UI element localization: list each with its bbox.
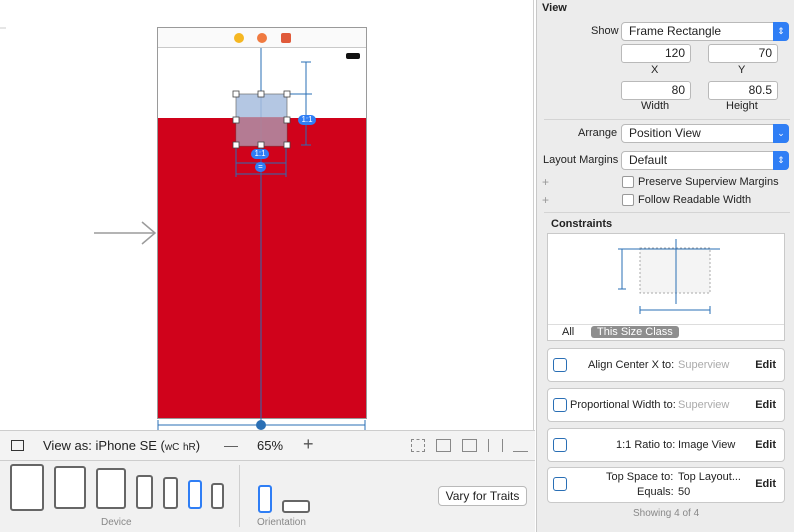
proportional-width-icon [553, 398, 567, 412]
update-frames-icon[interactable] [411, 439, 425, 452]
device-divider [239, 465, 240, 527]
edit-button[interactable]: Edit [755, 359, 776, 371]
chevron-updown-icon: ⇕ [773, 151, 789, 170]
follow-readable-label: Follow Readable Width [638, 194, 752, 206]
constraints-title: Constraints [551, 218, 613, 230]
vary-for-traits-button[interactable]: Vary for Traits [438, 486, 527, 506]
edit-button[interactable]: Edit [755, 478, 776, 490]
constraints-diagram[interactable]: All This Size Class [547, 233, 785, 341]
separator [544, 212, 790, 213]
layout-margins-value: Default [629, 153, 668, 167]
equal-width-badge[interactable]: = [255, 162, 266, 172]
orientation-label: Orientation [257, 517, 306, 528]
device-label: Device [101, 517, 132, 528]
x-label: X [651, 64, 659, 76]
ratio-badge[interactable]: 1:1 [298, 115, 316, 125]
add-variation-icon[interactable]: + [542, 175, 549, 189]
add-variation-icon-2[interactable]: + [542, 193, 549, 207]
show-value: Frame Rectangle [629, 24, 722, 38]
iphone-plus-icon[interactable] [136, 475, 153, 509]
constraint-target: Image View [678, 439, 736, 451]
constraint-target: Top Layout... [678, 471, 741, 483]
constraint-proportional-width[interactable]: Proportional Width to: Superview Edit [547, 388, 785, 422]
align-icon[interactable] [462, 439, 477, 452]
preserve-margins-checkbox[interactable] [622, 176, 634, 188]
constraint-ratio[interactable]: 1:1 Ratio to: Image View Edit [547, 428, 785, 462]
arrange-label: Arrange [578, 127, 618, 139]
constraint-label: Top Space to: [606, 471, 674, 483]
width-field[interactable]: 80 [621, 81, 691, 100]
y-label: Y [738, 64, 746, 76]
arrange-value: Position View [629, 126, 701, 140]
top-space-icon [553, 477, 567, 491]
preserve-margins-label: Preserve Superview Margins [638, 176, 779, 188]
stack-icon[interactable] [436, 439, 451, 452]
constraint-label: Proportional Width to: [570, 399, 676, 411]
constraint-label: 1:1 Ratio to: [616, 439, 676, 451]
arrange-popup[interactable]: Position View ⌄ [621, 124, 789, 143]
section-title: View [542, 2, 567, 14]
device-configuration-bar: Device Orientation Vary for Traits [0, 461, 535, 532]
zoom-in-button[interactable]: + [303, 434, 314, 455]
view-as-label[interactable]: View as: iPhone SE (wC hR) [43, 438, 200, 453]
landscape-orientation-icon[interactable] [282, 500, 310, 513]
y-field[interactable]: 70 [708, 44, 778, 63]
showing-count: Showing 4 of 4 [633, 508, 700, 519]
tab-all[interactable]: All [562, 326, 574, 338]
chevron-down-icon: ⌄ [773, 124, 789, 143]
x-field[interactable]: 120 [621, 44, 691, 63]
constraint-align-center-x[interactable]: Align Center X to: Superview Edit [547, 348, 785, 382]
iphone-4s-icon[interactable] [211, 483, 224, 509]
height-label: Height [726, 100, 758, 112]
pin-icon[interactable] [488, 439, 503, 452]
zoom-out-button[interactable]: — [224, 437, 238, 453]
tab-this-size-class[interactable]: This Size Class [591, 326, 679, 338]
equals-label: Equals: [637, 486, 674, 498]
design-canvas[interactable]: 1:1 1:1 = [0, 0, 534, 430]
equals-value: 50 [678, 486, 691, 498]
ratio-badge-2[interactable]: 1:1 [251, 149, 269, 159]
ipad-pro-12-icon[interactable] [10, 464, 44, 511]
iphone-icon[interactable] [163, 477, 178, 509]
separator [544, 119, 790, 120]
ipad-icon[interactable] [96, 468, 126, 509]
constraint-target: Superview [678, 359, 730, 371]
show-label: Show [591, 25, 619, 37]
constraints-diagram-graphic [618, 239, 720, 314]
show-popup[interactable]: Frame Rectangle ⇕ [621, 22, 789, 41]
constraint-overlay [157, 48, 366, 430]
zoom-level: 65% [257, 438, 284, 453]
layout-margins-label: Layout Margins [543, 154, 619, 166]
portrait-orientation-icon[interactable] [258, 485, 272, 513]
chevron-updown-icon: ⇕ [773, 22, 789, 41]
layout-margins-popup[interactable]: Default ⇕ [621, 151, 789, 170]
constraint-target: Superview [678, 399, 730, 411]
aspect-ratio-icon [553, 438, 567, 452]
width-label: Width [641, 100, 670, 112]
constraint-label: Align Center X to: [588, 359, 675, 371]
height-field[interactable]: 80.5 [708, 81, 778, 100]
edit-button[interactable]: Edit [755, 439, 776, 451]
follow-readable-checkbox[interactable] [622, 194, 634, 206]
iphone-se-icon[interactable] [188, 480, 202, 509]
resolve-issues-icon[interactable] [513, 439, 528, 452]
constraint-top-space[interactable]: Top Space to: Top Layout... Equals: 50 E… [547, 467, 785, 503]
document-outline-icon[interactable] [11, 440, 24, 451]
edit-button[interactable]: Edit [755, 399, 776, 411]
canvas-bottom-bar: View as: iPhone SE (wC hR) — 65% + [0, 430, 535, 461]
ipad-pro-10-icon[interactable] [54, 466, 86, 509]
align-center-icon [553, 358, 567, 372]
